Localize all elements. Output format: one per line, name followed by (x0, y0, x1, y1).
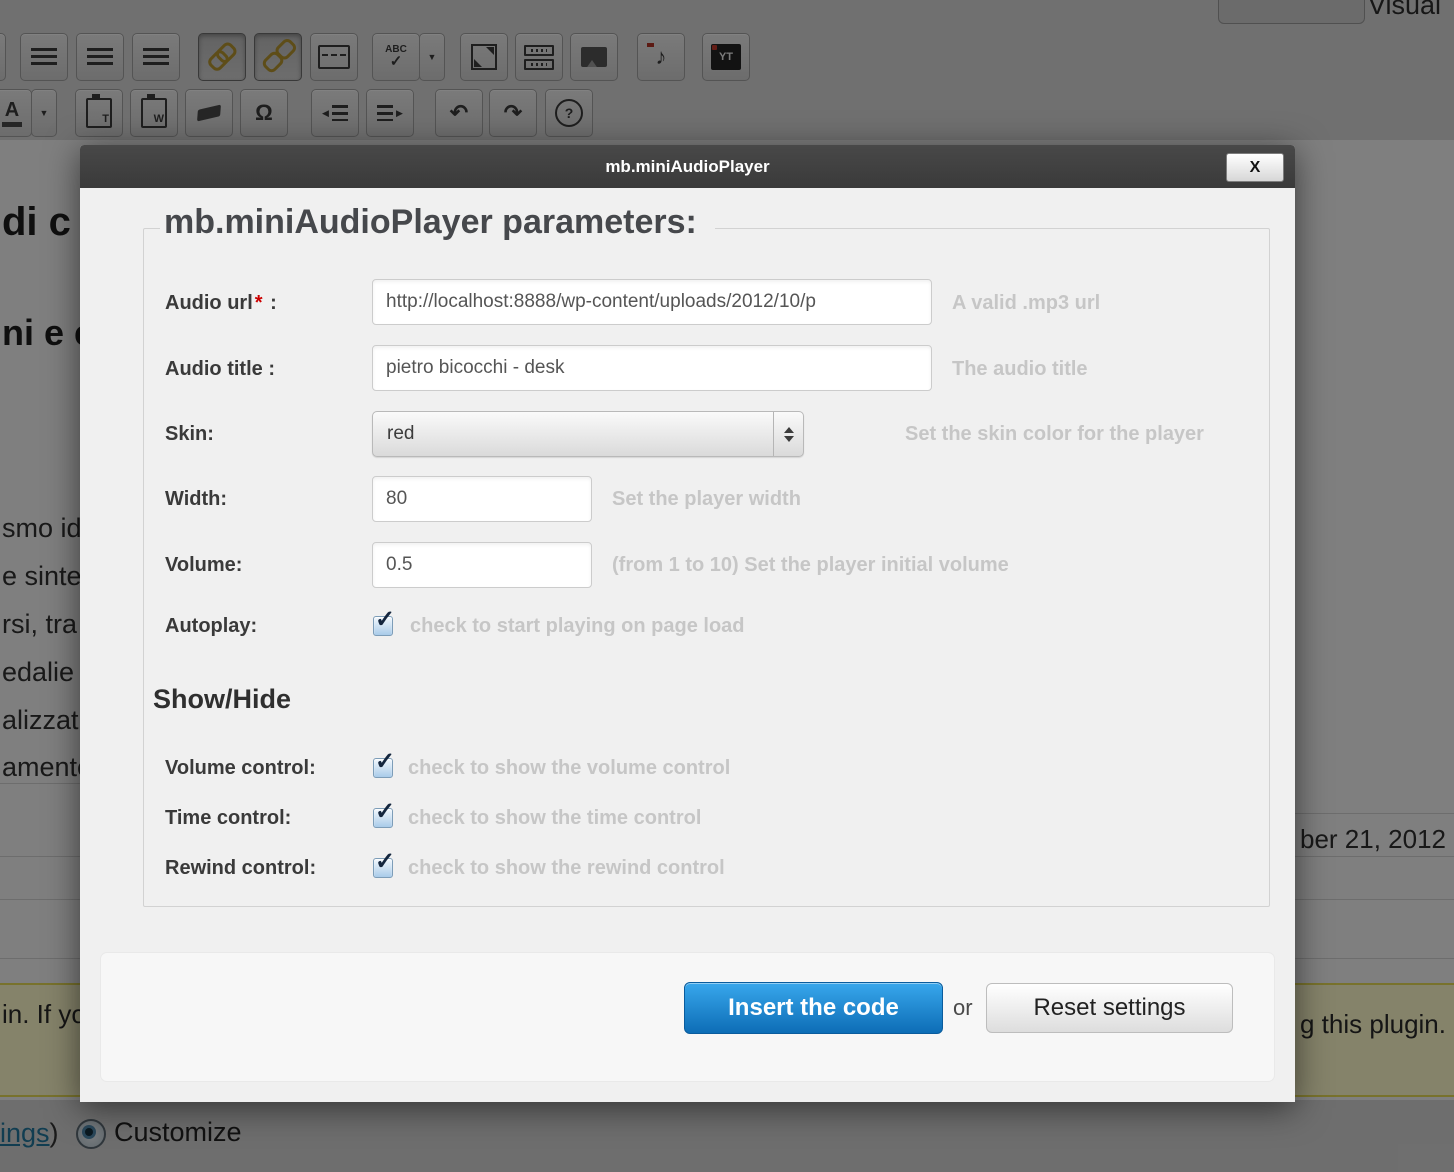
dialog-title: mb.miniAudioPlayer (80, 145, 1295, 188)
dialog-heading: mb.miniAudioPlayer parameters: (160, 203, 715, 242)
audio-url-label: Audio url* : (165, 292, 277, 315)
width-hint: Set the player width (612, 488, 801, 511)
skin-hint: Set the skin color for the player (905, 423, 1204, 446)
rewind-control-hint: check to show the rewind control (408, 857, 725, 880)
skin-label: Skin: (165, 423, 214, 446)
time-control-hint: check to show the time control (408, 807, 701, 830)
audio-title-input[interactable] (372, 345, 932, 391)
time-control-checkbox[interactable]: ✓ (373, 808, 393, 828)
rewind-control-checkbox[interactable]: ✓ (373, 858, 393, 878)
skin-select[interactable]: red (372, 411, 804, 457)
autoplay-checkbox[interactable]: ✓ (373, 616, 393, 636)
width-input[interactable] (372, 476, 592, 522)
time-control-label: Time control: (165, 807, 291, 830)
checkmark-icon: ✓ (375, 797, 395, 826)
audio-title-hint: The audio title (952, 358, 1088, 381)
volume-control-hint: check to show the volume control (408, 757, 730, 780)
autoplay-hint: check to start playing on page load (410, 615, 745, 638)
audio-url-hint: A valid .mp3 url (952, 292, 1100, 315)
volume-control-checkbox[interactable]: ✓ (373, 758, 393, 778)
dialog-footer-panel: Insert the code or Reset settings (100, 952, 1275, 1082)
volume-hint: (from 1 to 10) Set the player initial vo… (612, 554, 1009, 577)
showhide-section-heading: Show/Hide (153, 684, 291, 715)
miniaudioplayer-dialog: mb.miniAudioPlayer X mb.miniAudioPlayer … (80, 145, 1295, 1102)
reset-settings-button[interactable]: Reset settings (986, 983, 1233, 1033)
rewind-control-label: Rewind control: (165, 857, 316, 880)
checkmark-icon: ✓ (375, 747, 395, 776)
audio-title-label: Audio title : (165, 358, 275, 381)
skin-selected-value: red (387, 423, 414, 444)
or-text: or (953, 995, 973, 1021)
close-button[interactable]: X (1226, 153, 1284, 182)
screen: ABC✓▼♪YTA▼TWΩ◀▶↶↷? Visual di c ni e c sm… (0, 0, 1454, 1172)
required-asterisk: * (253, 292, 265, 314)
volume-input[interactable] (372, 542, 592, 588)
select-arrows-icon (773, 412, 803, 456)
volume-control-label: Volume control: (165, 757, 316, 780)
insert-code-button[interactable]: Insert the code (684, 982, 943, 1034)
volume-label: Volume: (165, 554, 242, 577)
checkmark-icon: ✓ (375, 847, 395, 876)
dialog-titlebar: mb.miniAudioPlayer X (80, 145, 1295, 188)
audio-url-input[interactable] (372, 279, 932, 325)
checkmark-icon: ✓ (375, 605, 395, 634)
width-label: Width: (165, 488, 227, 511)
autoplay-label: Autoplay: (165, 615, 257, 638)
